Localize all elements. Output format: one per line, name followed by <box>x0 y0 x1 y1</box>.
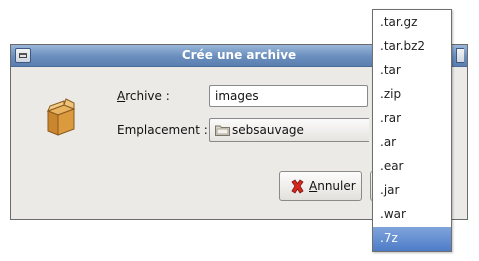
format-menu-item[interactable]: .tar.gz <box>373 11 451 35</box>
cancel-x-icon <box>291 179 304 194</box>
archive-box-icon <box>46 98 76 136</box>
format-menu-item[interactable]: .tar <box>373 59 451 83</box>
folder-icon <box>215 125 230 136</box>
location-label: Emplacement : <box>117 123 208 137</box>
archive-name-label: Archive : <box>117 89 170 103</box>
format-menu-item[interactable]: .rar <box>373 107 451 131</box>
format-menu-item[interactable]: .war <box>373 203 451 227</box>
archive-format-menu: .tar.gz .tar.bz2 .tar .zip .rar .ar .ear .jar .w… <box>372 9 452 252</box>
format-menu-item[interactable]: .tar.bz2 <box>373 35 451 59</box>
location-combo[interactable]: sebsauvage <box>209 118 369 142</box>
format-menu-item[interactable]: .ar <box>373 131 451 155</box>
format-menu-item[interactable]: .ear <box>373 155 451 179</box>
window-button-icon[interactable] <box>456 48 464 63</box>
screen: Crée une archive Archive : Emplacement :… <box>0 0 479 261</box>
cancel-button-label: Annuler <box>309 179 356 193</box>
cancel-button[interactable]: Annuler <box>279 171 362 201</box>
format-menu-item[interactable]: .jar <box>373 179 451 203</box>
archive-name-input[interactable] <box>209 85 368 107</box>
format-menu-item[interactable]: .zip <box>373 83 451 107</box>
location-value: sebsauvage <box>232 123 304 137</box>
format-menu-item[interactable]: .7z <box>373 227 451 251</box>
